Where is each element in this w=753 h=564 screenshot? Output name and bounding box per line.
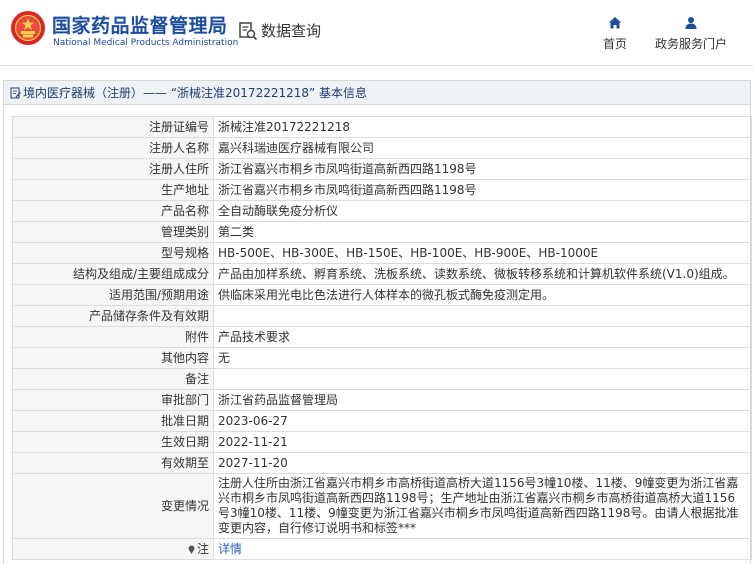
- row-label: 其他内容: [12, 347, 214, 369]
- row-value: 2027-11-20: [213, 452, 752, 474]
- row-value: 2023-06-27: [213, 410, 752, 432]
- row-value: 浙江省嘉兴市桐乡市凤鸣街道高新西四路1198号: [213, 179, 752, 201]
- row-label: 备注: [12, 368, 214, 390]
- search-document-icon: [239, 21, 258, 40]
- nav-gov-portal[interactable]: 政务服务门户: [650, 16, 732, 52]
- row-value: 供临床采用光电比色法进行人体样本的微孔板式酶免疫测定用。: [213, 284, 752, 306]
- row-label: 型号规格: [12, 242, 214, 264]
- table-row: 结构及组成/主要组成成分 产品由加样系统、孵育系统、洗板系统、读数系统、微板转移系…: [12, 263, 752, 285]
- table-row: 适用范围/预期用途 供临床采用光电比色法进行人体样本的微孔板式酶免疫测定用。: [12, 284, 752, 306]
- table-row: 注 详情: [12, 538, 752, 560]
- row-label: 注册人名称: [12, 137, 214, 159]
- row-label: 管理类别: [12, 221, 214, 243]
- note-label-cell: 注: [12, 538, 214, 560]
- row-value: 2022-11-21: [213, 431, 752, 453]
- row-label: 有效期至: [12, 452, 214, 474]
- nav-home-label: 首页: [602, 37, 627, 51]
- row-label: 生效日期: [12, 431, 214, 453]
- data-query-link[interactable]: 数据查询: [238, 20, 321, 41]
- table-row: 附件 产品技术要求: [12, 326, 752, 348]
- table-row: 注册证编号 浙械注准20172221218: [12, 116, 752, 138]
- row-label: 审批部门: [12, 389, 214, 411]
- row-value: [213, 368, 752, 390]
- row-label: 批准日期: [12, 410, 214, 432]
- site-header: 国家药品监督管理局 National Medical Products Admi…: [0, 0, 753, 66]
- row-value: 产品由加样系统、孵育系统、洗板系统、读数系统、微板转移系统和计算机软件系统(V1…: [213, 263, 752, 285]
- row-label: 产品名称: [12, 200, 214, 222]
- row-value-cell: 详情: [213, 538, 752, 560]
- row-label: 附件: [12, 326, 214, 348]
- row-label: 产品储存条件及有效期: [12, 305, 214, 327]
- row-value: HB-500E、HB-300E、HB-150E、HB-100E、HB-900E、…: [213, 242, 752, 264]
- table-row: 审批部门 浙江省药品监督管理局: [12, 389, 752, 411]
- row-label: 生产地址: [12, 179, 214, 201]
- details-link[interactable]: 详情: [218, 542, 242, 556]
- pin-icon: [188, 545, 195, 554]
- detail-panel: 境内医疗器械（注册）—— “浙械注准20172221218” 基本信息 注册证编…: [3, 80, 752, 564]
- data-query-label: 数据查询: [261, 22, 322, 40]
- home-icon: [609, 17, 621, 29]
- row-value: 全自动酶联免疫分析仪: [213, 200, 752, 222]
- breadcrumb: 境内医疗器械（注册）—— “浙械注准20172221218” 基本信息: [4, 81, 750, 105]
- row-value: 浙江省嘉兴市桐乡市凤鸣街道高新西四路1198号: [213, 158, 752, 180]
- info-table: 注册证编号 浙械注准20172221218 注册人名称 嘉兴科瑞迪医疗器械有限公司 …: [12, 116, 752, 560]
- document-edit-icon: [10, 87, 21, 98]
- table-row: 产品储存条件及有效期: [12, 305, 752, 327]
- row-label: 注册证编号: [12, 116, 214, 138]
- row-value: 浙械注准20172221218: [213, 116, 752, 138]
- table-row: 注册人名称 嘉兴科瑞迪医疗器械有限公司: [12, 137, 752, 159]
- table-row: 型号规格 HB-500E、HB-300E、HB-150E、HB-100E、HB-9…: [12, 242, 752, 264]
- row-value: [213, 305, 752, 327]
- table-row: 有效期至 2027-11-20: [12, 452, 752, 474]
- table-row: 生产地址 浙江省嘉兴市桐乡市凤鸣街道高新西四路1198号: [12, 179, 752, 201]
- row-label: 变更情况: [12, 473, 214, 539]
- table-row: 批准日期 2023-06-27: [12, 410, 752, 432]
- table-row: 变更情况 注册人住所由浙江省嘉兴市桐乡市高桥街道高桥大道1156号3幢10楼、11…: [12, 473, 752, 539]
- site-title[interactable]: 国家药品监督管理局: [52, 11, 228, 38]
- row-value: 产品技术要求: [213, 326, 752, 348]
- row-value: 嘉兴科瑞迪医疗器械有限公司: [213, 137, 752, 159]
- change-details-value: 注册人住所由浙江省嘉兴市桐乡市高桥街道高桥大道1156号3幢10楼、11楼、9幢…: [213, 473, 752, 539]
- table-row: 注册人住所 浙江省嘉兴市桐乡市凤鸣街道高新西四路1198号: [12, 158, 752, 180]
- table-row: 生效日期 2022-11-21: [12, 431, 752, 453]
- emblem-logo[interactable]: [10, 10, 46, 46]
- breadcrumb-text: 境内医疗器械（注册）—— “浙械注准20172221218” 基本信息: [23, 86, 368, 100]
- row-label: 注册人住所: [12, 158, 214, 180]
- site-subtitle: National Medical Products Administration: [53, 38, 239, 48]
- table-row: 产品名称 全自动酶联免疫分析仪: [12, 200, 752, 222]
- row-value: 浙江省药品监督管理局: [213, 389, 752, 411]
- nav-gov-label: 政务服务门户: [654, 37, 727, 51]
- table-row: 备注: [12, 368, 752, 390]
- table-row: 管理类别 第二类: [12, 221, 752, 243]
- row-label: 注: [196, 542, 209, 556]
- row-value: 第二类: [213, 221, 752, 243]
- row-value: 无: [213, 347, 752, 369]
- row-label: 结构及组成/主要组成成分: [12, 263, 214, 285]
- row-label: 适用范围/预期用途: [12, 284, 214, 306]
- table-row: 其他内容无: [12, 347, 752, 369]
- nav-home[interactable]: 首页: [598, 16, 632, 52]
- user-icon: [685, 17, 697, 29]
